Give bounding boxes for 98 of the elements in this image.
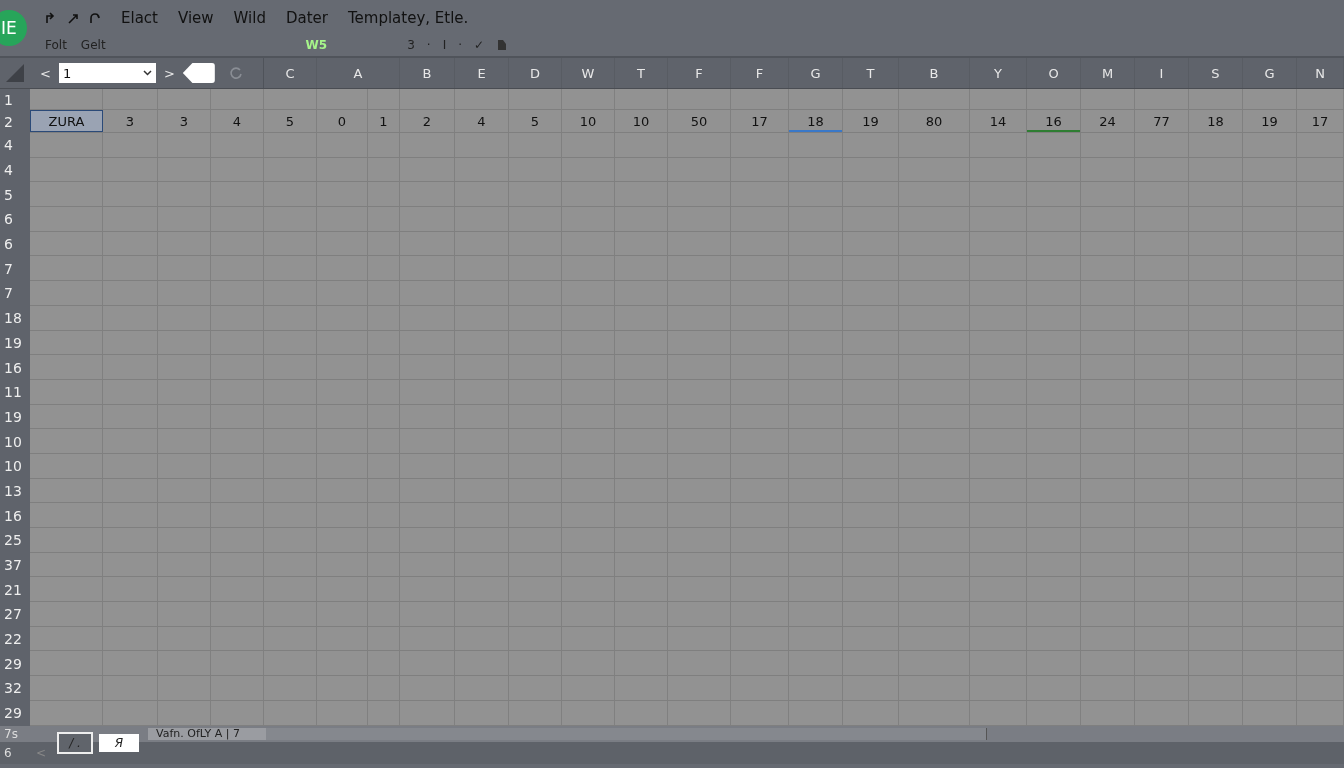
row-header[interactable]: 29 (0, 700, 30, 726)
column-header[interactable]: G (789, 58, 843, 88)
name-box[interactable]: 1 (58, 63, 156, 83)
menu-item[interactable]: View (177, 9, 214, 27)
row-header[interactable]: 19 (0, 404, 30, 430)
table-cell: 17 (731, 110, 789, 132)
column-header[interactable]: B (899, 58, 970, 88)
column-header[interactable]: T (615, 58, 668, 88)
row-header[interactable]: 32 (0, 676, 30, 701)
table-cell: 77 (1135, 110, 1189, 132)
table-cell: 17 (1297, 110, 1344, 132)
table-cell: ZURA (30, 110, 103, 132)
previous-button[interactable]: < (40, 65, 51, 81)
table-cell: 14 (970, 110, 1027, 132)
table-cell: 3 (158, 110, 211, 132)
table-cell: 4 (211, 110, 264, 132)
table-cell: 18 (1189, 110, 1243, 132)
row-header[interactable]: 25 (0, 528, 30, 553)
row-header[interactable]: 21 (0, 577, 30, 603)
toolbar-item[interactable]: Gelt (80, 38, 106, 52)
column-header[interactable]: F (668, 58, 731, 88)
status-text: Vafn. OfLY A | 7 (148, 727, 266, 740)
row-header[interactable]: 2 (0, 110, 30, 133)
row-header: 6 (3, 745, 13, 760)
app-logo[interactable]: IE (0, 10, 27, 46)
table-cell: 10 (615, 110, 668, 132)
table-cell: 80 (899, 110, 970, 132)
row-header[interactable]: 27 (0, 602, 30, 627)
column-header[interactable]: M (1081, 58, 1135, 88)
table-cell: 24 (1081, 110, 1135, 132)
next-button[interactable]: > (163, 65, 175, 81)
toolbar-item[interactable]: I (442, 38, 447, 52)
row-header[interactable]: 19 (0, 330, 30, 356)
menu-item[interactable]: Templatey, Etle. (347, 9, 469, 27)
row-header[interactable]: 37 (0, 552, 30, 578)
table-cell: 4 (455, 110, 509, 132)
menu-item[interactable]: Wild (233, 9, 266, 27)
menu-item[interactable]: Dater (285, 9, 328, 27)
column-header[interactable]: O (1027, 58, 1081, 88)
column-header[interactable]: W (562, 58, 615, 88)
column-header[interactable]: G (1243, 58, 1297, 88)
document-icon[interactable] (496, 39, 509, 51)
row-header[interactable]: 7 (0, 281, 30, 306)
row-header: 7s (3, 726, 19, 741)
table-cell: 1 (368, 110, 400, 132)
sheet-tab[interactable]: Я (99, 733, 139, 752)
column-header[interactable]: E (455, 58, 509, 88)
table-cell: 19 (843, 110, 899, 132)
table-cell: 50 (668, 110, 731, 132)
row-header[interactable]: 10 (0, 453, 30, 479)
row-header[interactable]: 4 (0, 157, 30, 183)
table-cell: 10 (562, 110, 615, 132)
column-header[interactable]: A (317, 58, 400, 88)
toolbar-item[interactable]: · (426, 38, 431, 52)
table-cell: 5 (264, 110, 317, 132)
row-header[interactable]: 4 (0, 133, 30, 158)
toolbar-item[interactable]: W5 (305, 38, 328, 52)
row-header[interactable]: 10 (0, 429, 30, 454)
table-cell: 0 (317, 110, 368, 132)
row-header[interactable]: 22 (0, 626, 30, 652)
toolbar-item[interactable]: 3 (407, 38, 415, 52)
row-header[interactable]: 13 (0, 478, 30, 504)
sheet-tab[interactable]: / . (57, 731, 93, 754)
table-cell: 16 (1027, 110, 1081, 132)
column-header[interactable]: S (1189, 58, 1243, 88)
row-header[interactable]: 1 (0, 89, 30, 110)
column-header[interactable]: B (400, 58, 455, 88)
horizontal-scrollbar[interactable] (266, 727, 987, 740)
row-header[interactable]: 29 (0, 651, 30, 677)
refresh-icon[interactable] (228, 66, 243, 80)
row-header[interactable]: 6 (0, 207, 30, 232)
row-header[interactable]: 16 (0, 355, 30, 380)
row-header[interactable]: 5 (0, 182, 30, 208)
column-header[interactable]: I (1135, 58, 1189, 88)
column-header[interactable]: T (843, 58, 899, 88)
row-header[interactable]: 7 (0, 256, 30, 282)
row-header[interactable]: 6 (0, 231, 30, 257)
toolbar-item[interactable]: ✓ (474, 38, 485, 52)
column-header[interactable]: N (1297, 58, 1344, 88)
row-header[interactable]: 16 (0, 503, 30, 528)
redo-icon[interactable] (45, 12, 57, 24)
toolbar-item[interactable]: Folt (45, 38, 67, 52)
table-cell: 18 (789, 110, 843, 132)
column-header[interactable]: Y (970, 58, 1027, 88)
menu-item[interactable]: Elact (121, 9, 158, 27)
table-cell: 5 (509, 110, 562, 132)
column-header[interactable]: C (264, 58, 317, 88)
row-header[interactable]: 18 (0, 305, 30, 331)
tag-icon[interactable] (182, 63, 215, 83)
table-cell: 2 (400, 110, 455, 132)
table-cell: 19 (1243, 110, 1297, 132)
column-header[interactable]: F (731, 58, 789, 88)
toolbar-item[interactable]: · (458, 38, 463, 52)
table-cell: 3 (103, 110, 158, 132)
column-header[interactable]: D (509, 58, 562, 88)
curved-arrow-icon[interactable] (89, 12, 101, 24)
arrow-icon[interactable] (67, 12, 79, 24)
row-header[interactable]: 11 (0, 379, 30, 405)
